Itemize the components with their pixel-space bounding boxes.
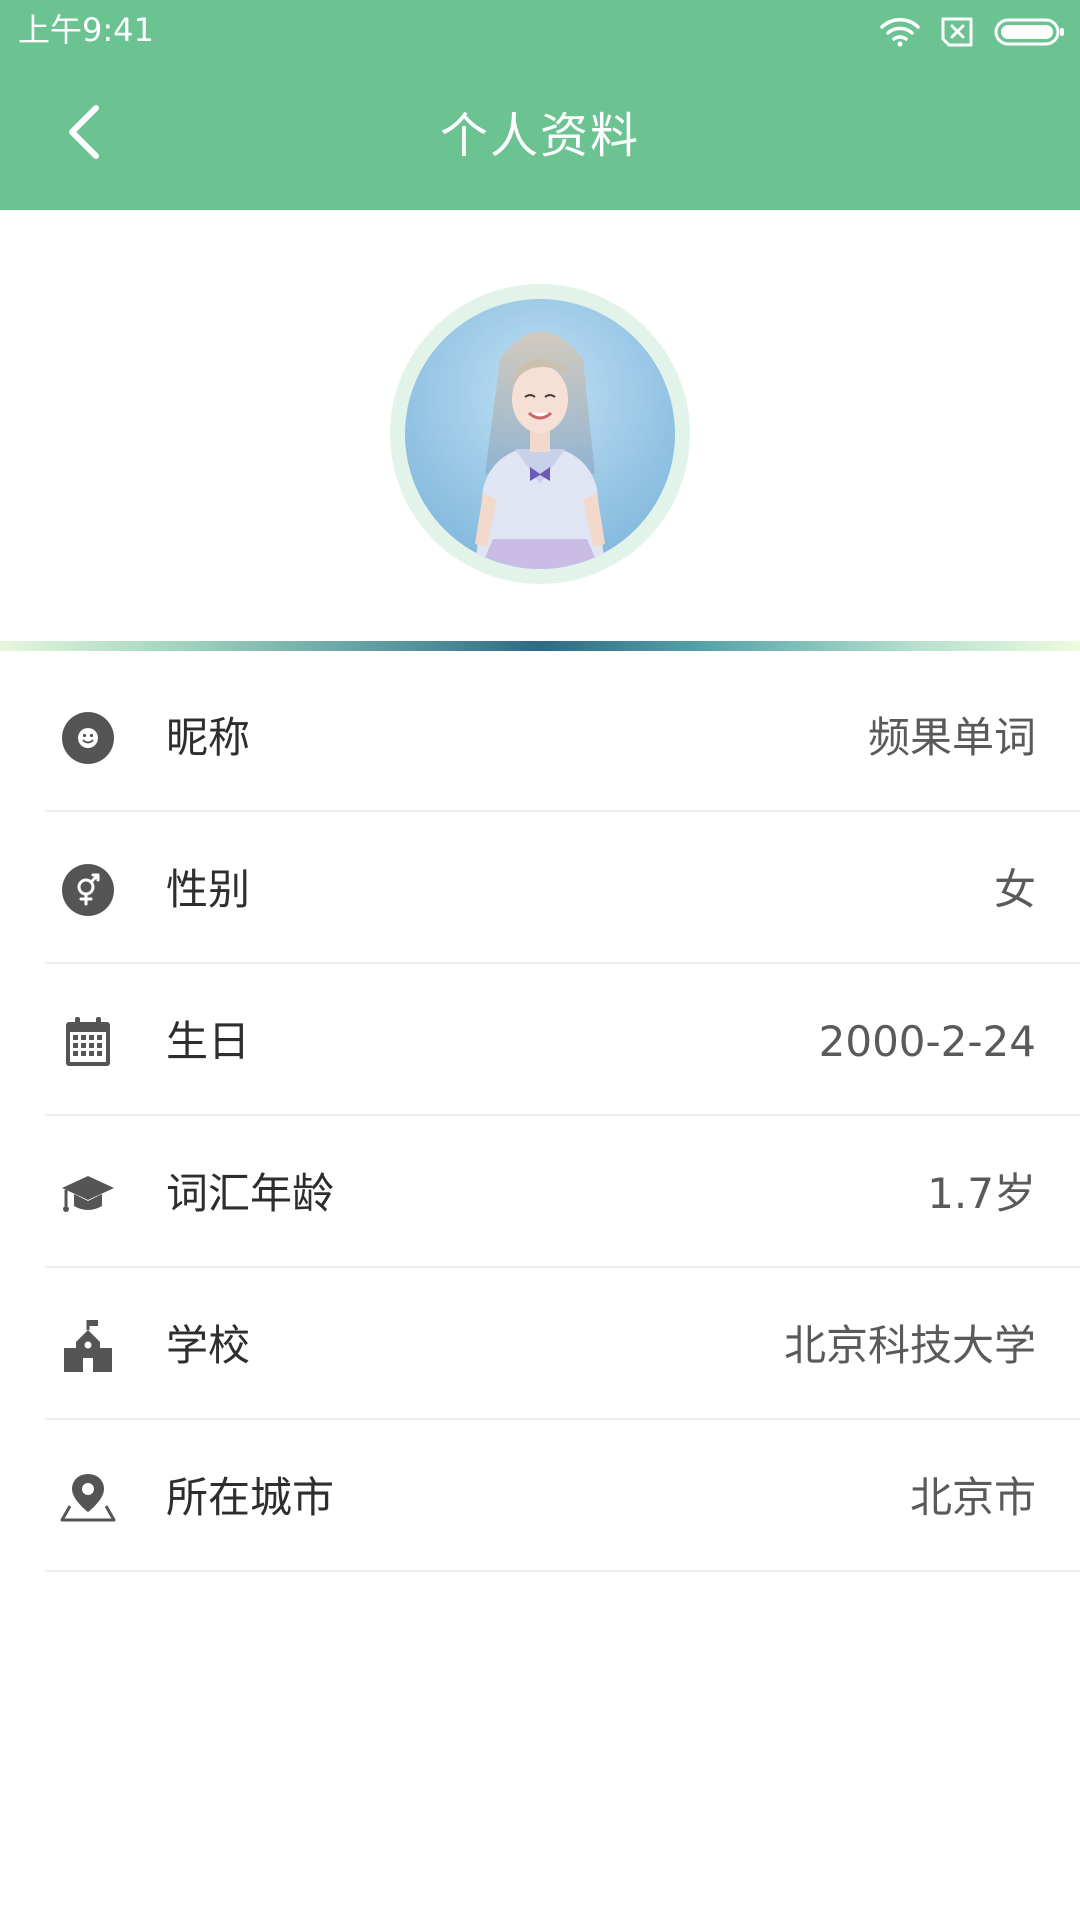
gender-icon [58,860,118,920]
row-nickname[interactable]: 昵称 频果单词 [0,660,1080,812]
row-label-school: 学校 [166,1321,251,1370]
row-label-nickname: 昵称 [166,713,251,762]
row-label-gender: 性别 [166,865,251,914]
row-divider [45,1570,1080,1572]
row-school[interactable]: 学校 北京科技大学 [0,1268,1080,1420]
row-value-city: 北京市 [909,1473,1036,1522]
school-icon [58,1316,118,1376]
status-bar: 上午9:41 [0,0,1080,62]
wifi-icon [880,17,920,47]
row-value-vocab-age: 1.7岁 [927,1169,1036,1218]
row-city[interactable]: 所在城市 北京市 [0,1420,1080,1572]
calendar-icon [58,1012,118,1072]
header-divider [0,641,1080,651]
row-label-birthday: 生日 [166,1017,251,1066]
row-value-gender: 女 [993,865,1036,914]
row-birthday[interactable]: 生日 2000-2-24 [0,964,1080,1116]
app-bar: 上午9:41 个人资料 [0,0,1080,210]
page-title: 个人资料 [439,108,640,164]
row-label-vocab-age: 词汇年龄 [166,1169,335,1218]
row-value-nickname: 频果单词 [867,713,1036,762]
battery-icon [994,17,1066,47]
status-time: 上午9:41 [18,11,154,49]
row-label-city: 所在城市 [166,1473,335,1522]
avatar [405,299,675,569]
row-vocab-age[interactable]: 词汇年龄 1.7岁 [0,1116,1080,1268]
avatar-button[interactable] [390,284,690,584]
graduation-cap-icon [58,1164,118,1224]
no-sim-icon [940,17,974,47]
location-pin-icon [58,1468,118,1528]
row-value-school: 北京科技大学 [783,1321,1036,1370]
smiley-icon [58,708,118,768]
row-value-birthday: 2000-2-24 [818,1017,1036,1066]
row-gender[interactable]: 性别 女 [0,812,1080,964]
status-icons [880,12,1066,52]
profile-info-list: 昵称 频果单词 性别 女 生日 2000-2-24 词汇年龄 1.7岁 学校 北… [0,660,1080,1572]
